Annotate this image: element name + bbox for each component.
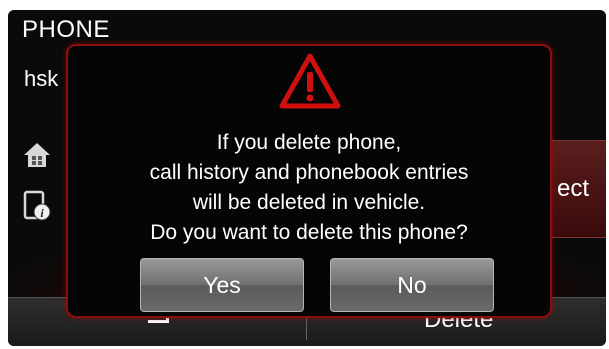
dialog-message-line-3: will be deleted in vehicle. <box>192 191 426 214</box>
device-name: hsk <box>24 66 59 91</box>
connect-button-label: ect <box>557 175 590 202</box>
warning-icon <box>278 52 342 110</box>
dialog-message-line-2: call history and phonebook entries <box>149 161 469 184</box>
phone-info-icon[interactable]: i <box>22 190 52 221</box>
no-button[interactable]: No <box>330 258 494 312</box>
connect-button[interactable]: ect <box>548 140 606 238</box>
dialog-message-line-4: Do you want to delete this phone? <box>150 221 468 244</box>
yes-button[interactable]: Yes <box>140 258 304 312</box>
delete-confirm-dialog: If you delete phone, call history and ph… <box>66 44 552 318</box>
page-title: PHONE <box>22 16 110 43</box>
home-icon[interactable] <box>22 140 52 170</box>
screen: PHONE hsk i ect Delete If you delete pho… <box>8 10 606 346</box>
dialog-message-line-1: If you delete phone, <box>216 131 402 154</box>
